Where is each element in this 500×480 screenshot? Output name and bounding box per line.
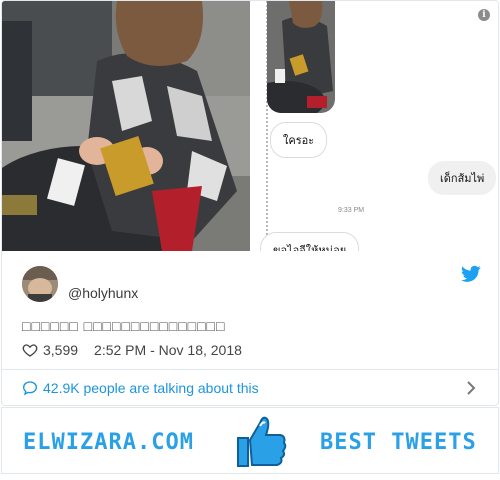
avatar[interactable] [22,266,58,302]
site-brand[interactable]: ELWIZARA.COM [23,430,194,455]
chat-message-incoming: ขอไอจีให้หน่อย [260,232,360,251]
chevron-right-icon[interactable] [466,381,476,395]
chat-time: 9:33 PM [338,207,365,214]
chat-message-incoming: ใครอะ [270,122,328,158]
conversation-text: 42.9K people are talking about this [43,380,259,396]
user-handle[interactable]: @holyhunx [68,285,138,301]
separator [2,369,498,370]
twitter-bird-icon[interactable] [461,265,481,283]
media-chat-screenshot[interactable]: ใครอะ เด็กส้มไพ่ 9:33 PM ขอไอจีให้หน่อย … [252,1,498,251]
site-banner: ELWIZARA.COM BEST TWEETS [1,407,499,474]
thumbs-up-icon [230,411,290,471]
tweet-meta: 3,599 2:52 PM - Nov 18, 2018 [22,342,242,358]
tweet-timestamp[interactable]: 2:52 PM - Nov 18, 2018 [94,342,242,358]
banner-tagline: BEST TWEETS [320,430,477,455]
info-icon[interactable]: i [478,9,490,21]
media-photo[interactable] [2,1,250,251]
comment-bubble-icon [22,380,38,396]
like-count[interactable]: 3,599 [43,342,78,358]
conversation-link[interactable]: 42.9K people are talking about this [22,380,259,396]
tweet-media[interactable]: ใครอะ เด็กส้มไพ่ 9:33 PM ขอไอจีให้หน่อย … [2,1,498,251]
tweet-text: □□□□□□ □□□□□□□□□□□□□□□ [22,318,226,334]
chat-message-outgoing: เด็กส้มไพ่ [428,161,497,195]
tweet-card[interactable]: ใครอะ เด็กส้มไพ่ 9:33 PM ขอไอจีให้หน่อย … [1,0,499,406]
chat-photo-thumbnail [267,1,335,113]
heart-icon[interactable] [22,342,38,358]
